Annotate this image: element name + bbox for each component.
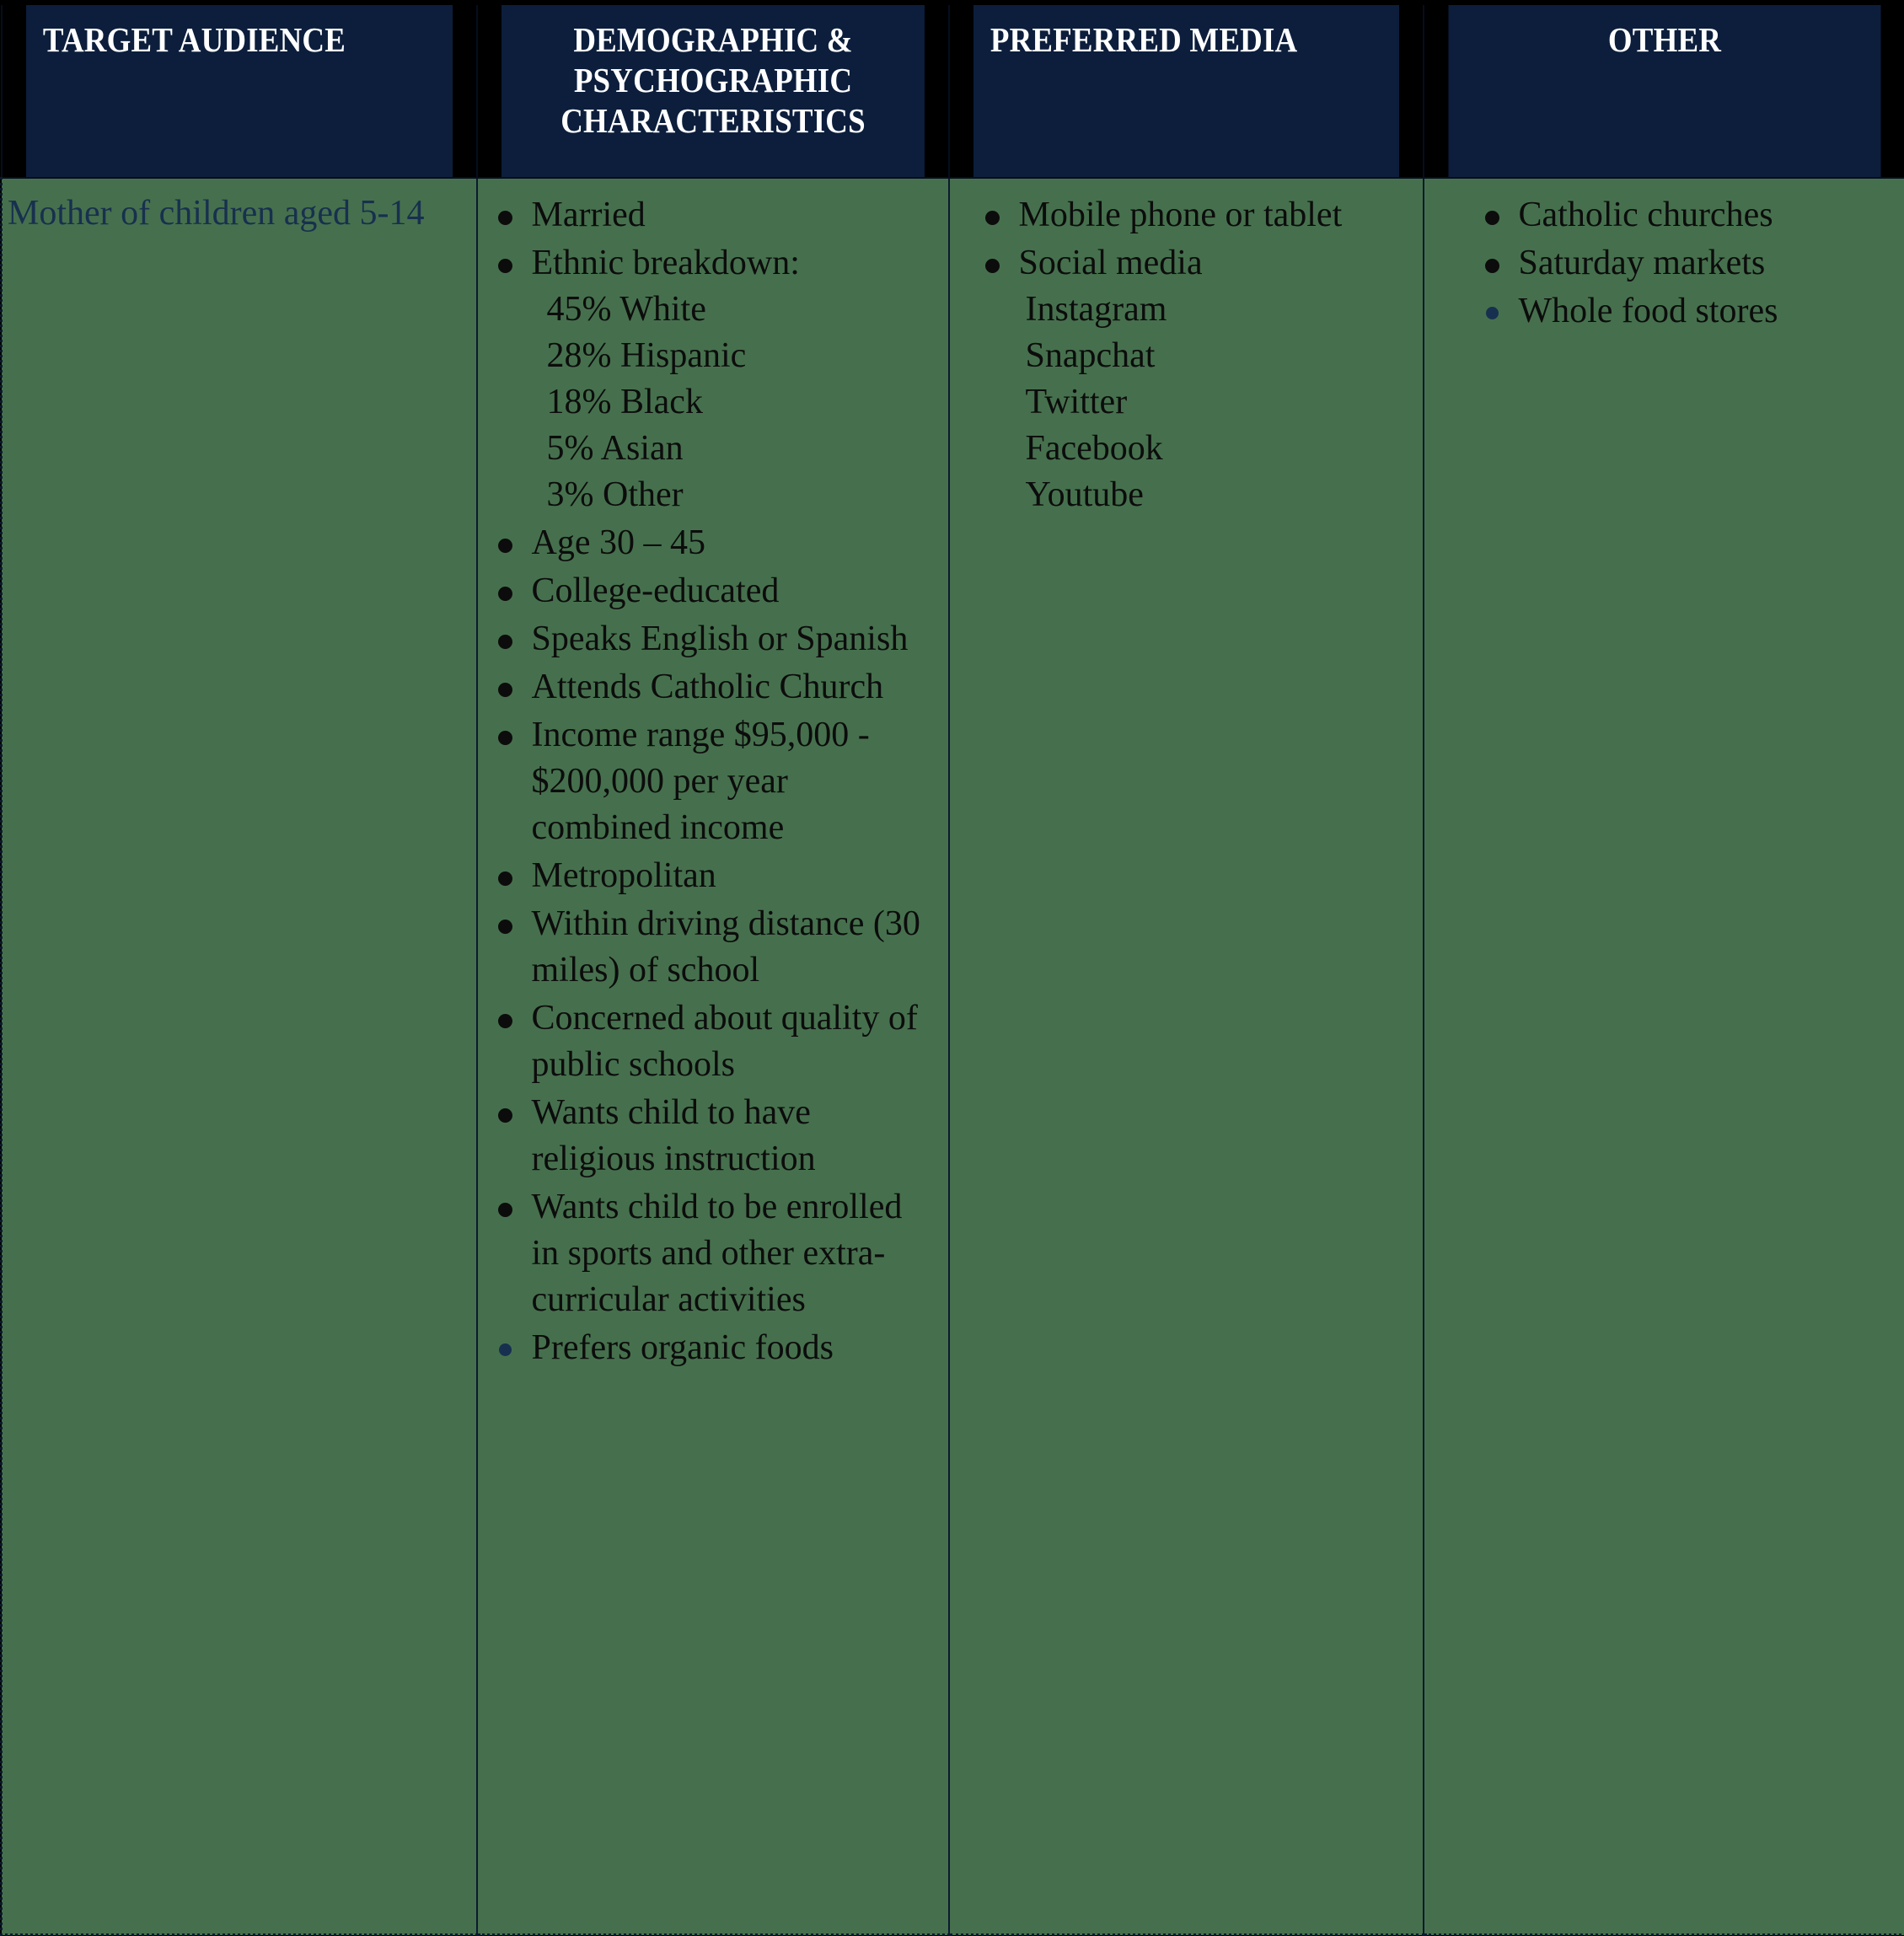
bullet-icon [497,731,512,746]
column-header-demographic-psychographic: DEMOGRAPHIC & PSYCHOGRAPHIC CHARACTERIST… [499,0,926,179]
list-item: Catholic churches [1465,192,1893,239]
table-row: Mother of children aged 5-14 Married Eth… [0,177,1904,1936]
bullet-icon [498,1343,512,1357]
preferred-media-list: Mobile phone or tablet Social media Inst… [950,179,1423,518]
list-item-label: Within driving distance (30 miles) of sc… [531,904,920,990]
list-item-label: Married [531,196,646,234]
list-item: College-educated [478,568,936,614]
sublist-item: Twitter [1025,383,1128,422]
bullet-icon [497,1108,512,1124]
sublist-item: 5% Asian [546,429,684,469]
sublist-item: Instagram [1025,290,1167,330]
sublist-item: 18% Black [546,383,703,422]
bullet-icon [497,920,512,935]
persona-table-container: TARGET AUDIENCE DEMOGRAPHIC & PSYCHOGRAP… [0,0,1904,1936]
cell-target-audience: Mother of children aged 5-14 [0,177,478,1936]
cell-demographic-characteristics: Married Ethnic breakdown: 45% White 28% … [475,177,950,1936]
list-item: Speaks English or Spanish [478,616,936,662]
list-item: Prefers organic foods [478,1325,936,1371]
bullet-icon [497,635,512,650]
bullet-icon [1485,307,1499,320]
bullet-icon [497,211,512,225]
bullet-icon [497,871,512,887]
list-item-label: College-educated [531,571,780,611]
bullet-icon [497,539,512,554]
sublist-item: 3% Other [546,475,684,515]
list-item: Wants child to have religious instructio… [478,1090,936,1183]
header-line-2: PSYCHOGRAPHIC [573,60,852,99]
other-list: Catholic churches Saturday markets Whole… [1424,179,1904,335]
cell-preferred-media: Mobile phone or tablet Social media Inst… [947,177,1424,1936]
sublist-item: Facebook [1025,429,1163,469]
list-item-label: Age 30 – 45 [531,523,705,563]
header-line-1: DEMOGRAPHIC & [572,20,853,59]
social-media-platform-sublist: Instagram Snapchat Twitter Facebook Yout… [1019,287,1411,518]
column-header-preferred-media: PREFERRED MEDIA [971,0,1401,179]
bullet-icon [497,587,512,602]
list-item: Age 30 – 45 [478,520,936,566]
list-item-label: Attends Catholic Church [531,668,884,707]
list-item-label: Wants child to have religious instructio… [531,1093,816,1179]
list-item-label: Ethnic breakdown: [531,244,800,283]
demographic-list: Married Ethnic breakdown: 45% White 28% … [478,179,948,1371]
cell-other: Catholic churches Saturday markets Whole… [1422,177,1904,1936]
bullet-icon [497,259,512,274]
list-item-label: Prefers organic foods [531,1328,834,1368]
list-item-label: Catholic churches [1518,196,1773,234]
bullet-icon [497,683,512,698]
header-line-3: CHARACTERISTICS [560,100,866,140]
list-item-label: Concerned about quality of public school… [531,999,918,1085]
bullet-icon [1484,259,1499,274]
list-item: Whole food stores [1465,288,1893,335]
list-item-label: Wants child to be enrolled in sports and… [531,1188,903,1320]
target-audience-text: Mother of children aged 5-14 [8,194,425,233]
table-header-row: TARGET AUDIENCE DEMOGRAPHIC & PSYCHOGRAP… [2,0,1904,179]
list-item: Social media Instagram Snapchat Twitter … [965,240,1411,518]
list-item: Wants child to be enrolled in sports and… [478,1184,936,1323]
target-audience-persona-table: TARGET AUDIENCE DEMOGRAPHIC & PSYCHOGRAP… [0,0,1904,1936]
list-item: Within driving distance (30 miles) of sc… [478,901,936,994]
list-item: Concerned about quality of public school… [478,995,936,1088]
list-item: Saturday markets [1465,240,1893,287]
bullet-icon [984,259,1000,274]
bullet-icon [984,211,1000,225]
bullet-icon [1484,211,1499,225]
list-item-label: Social media [1018,244,1203,283]
list-item-label: Income range $95,000 - $200,000 per year… [531,716,870,848]
sublist-item: 28% Hispanic [546,336,747,376]
ethnic-breakdown-sublist: 45% White 28% Hispanic 18% Black 5% Asia… [532,287,936,518]
list-item: Mobile phone or tablet [965,192,1411,239]
list-item: Income range $95,000 - $200,000 per year… [478,712,936,851]
list-item-label: Mobile phone or tablet [1018,196,1343,234]
sublist-item: Youtube [1025,475,1144,515]
sublist-item: Snapchat [1025,336,1156,376]
column-header-other: OTHER [1446,0,1882,179]
bullet-icon [497,1014,512,1029]
list-item-label: Speaks English or Spanish [531,619,909,659]
table-body: Mother of children aged 5-14 Married Eth… [0,177,1904,1936]
bullet-icon [497,1203,512,1218]
list-item: Ethnic breakdown: 45% White 28% Hispanic… [478,240,936,518]
sublist-item: 45% White [546,290,706,330]
column-header-target-audience: TARGET AUDIENCE [24,0,454,179]
list-item: Married [478,192,936,239]
list-item-label: Metropolitan [531,856,716,896]
list-item-label: Whole food stores [1518,292,1778,331]
list-item-label: Saturday markets [1518,244,1766,283]
list-item: Metropolitan [478,853,936,899]
list-item: Attends Catholic Church [478,664,936,711]
